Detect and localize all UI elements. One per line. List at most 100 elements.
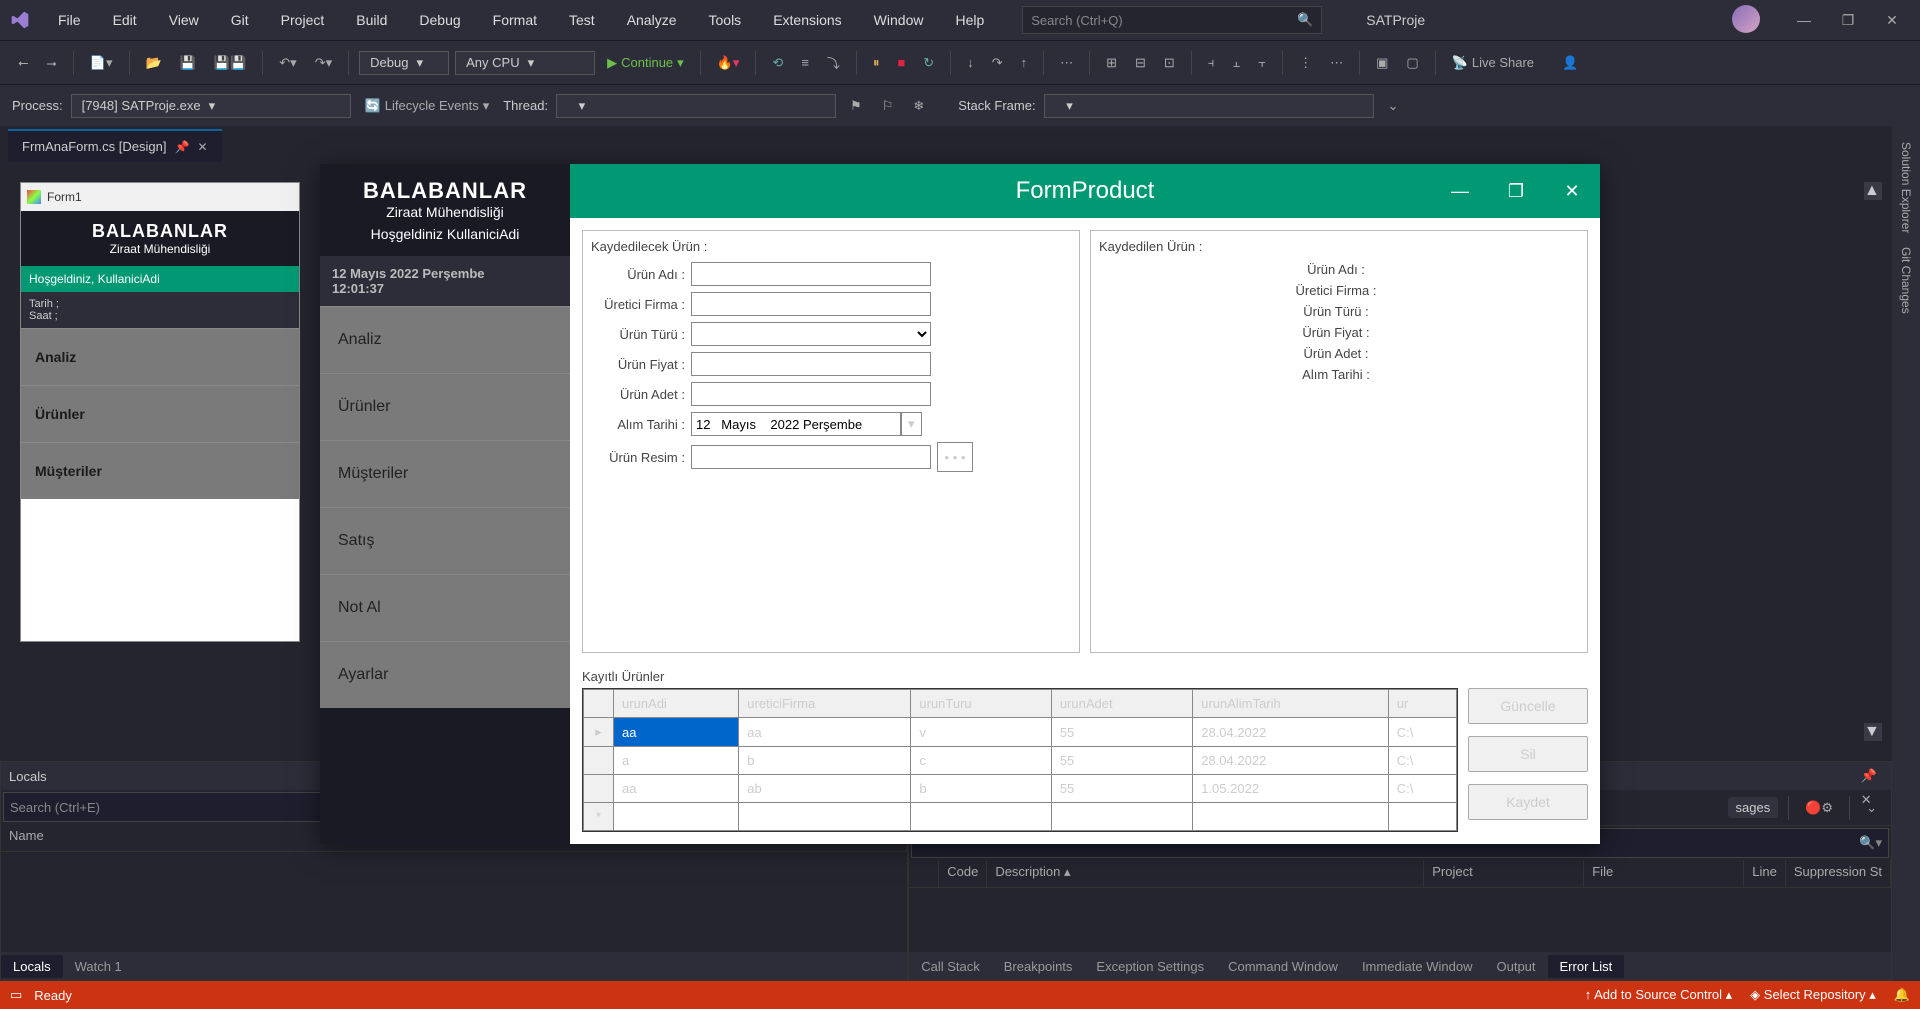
preview-nav-item[interactable]: Ürünler xyxy=(21,385,299,442)
col-line[interactable]: Line xyxy=(1744,860,1786,887)
toolbar-icon[interactable]: ⋯ xyxy=(1054,51,1079,75)
stop-icon[interactable]: ■ xyxy=(891,51,911,74)
col-urunadet[interactable]: urunAdet xyxy=(1051,690,1192,718)
input-image[interactable] xyxy=(691,445,931,469)
col-urunturu[interactable]: urunTuru xyxy=(911,690,1051,718)
table-row[interactable]: aa ab b 55 1.05.2022 C:\ xyxy=(584,775,1457,803)
align-icon[interactable]: ⊞ xyxy=(1100,51,1123,75)
menu-tools[interactable]: Tools xyxy=(695,6,756,34)
delete-button[interactable]: Sil xyxy=(1468,736,1588,772)
menu-test[interactable]: Test xyxy=(555,6,609,34)
align-right-icon[interactable]: ⫟ xyxy=(1252,51,1272,75)
save-all-icon[interactable]: 💾💾 xyxy=(208,51,252,75)
restore-button[interactable]: ❐ xyxy=(1828,5,1868,35)
products-datagrid[interactable]: urunAdi ureticiFirma urunTuru urunAdet u… xyxy=(582,688,1458,832)
menu-analyze[interactable]: Analyze xyxy=(613,6,691,34)
col-description[interactable]: Description ▴ xyxy=(987,860,1424,887)
col-icon[interactable] xyxy=(909,860,939,887)
step-icon[interactable]: ⤵ xyxy=(821,49,846,76)
threads-icon[interactable]: ❄ xyxy=(907,94,930,118)
table-row[interactable]: a b c 55 28.04.2022 C:\ xyxy=(584,747,1457,775)
undo-icon[interactable]: ↶▾ xyxy=(273,51,302,75)
menu-format[interactable]: Format xyxy=(479,6,551,34)
step-out-icon[interactable]: ↑ xyxy=(1015,51,1034,74)
tab-watch1[interactable]: Watch 1 xyxy=(63,955,134,978)
scrollbar[interactable]: ▲ xyxy=(1864,182,1882,200)
liveshare-button[interactable]: 📡 Live Share xyxy=(1446,51,1540,75)
nav-notal[interactable]: Not Al xyxy=(320,574,570,641)
align-center-icon[interactable]: ⫠ xyxy=(1226,51,1246,75)
col-more[interactable]: ur xyxy=(1388,690,1456,718)
input-product-name[interactable] xyxy=(691,262,931,286)
restart-icon[interactable]: ↻ xyxy=(917,51,940,75)
step-into-icon[interactable]: ↓ xyxy=(961,51,980,74)
continue-button[interactable]: ▶ Continue ▾ xyxy=(601,51,690,75)
col-suppression[interactable]: Suppression St xyxy=(1786,860,1891,887)
nav-musteriler[interactable]: Müşteriler xyxy=(320,440,570,507)
preview-nav-item[interactable]: Müşteriler xyxy=(21,442,299,499)
open-folder-icon[interactable]: 📂 xyxy=(140,51,168,75)
tab-callstack[interactable]: Call Stack xyxy=(909,955,992,978)
menu-file[interactable]: File xyxy=(44,6,95,34)
preview-nav-item[interactable]: Analiz xyxy=(21,328,299,385)
col-project[interactable]: Project xyxy=(1424,860,1584,887)
spacing-icon[interactable]: ⋯ xyxy=(1324,51,1349,75)
col-ureticifirma[interactable]: ureticiFirma xyxy=(739,690,911,718)
menu-git[interactable]: Git xyxy=(217,6,263,34)
add-source-control[interactable]: ↑ Add to Source Control ▴ xyxy=(1585,987,1732,1003)
tab-locals[interactable]: Locals xyxy=(1,955,63,978)
nav-satis[interactable]: Satış xyxy=(320,507,570,574)
col-code[interactable]: Code xyxy=(939,860,987,887)
tab-breakpoints[interactable]: Breakpoints xyxy=(992,955,1085,978)
bring-front-icon[interactable]: ▣ xyxy=(1370,51,1394,75)
scrollbar[interactable]: ▼ xyxy=(1864,723,1882,741)
table-row[interactable]: ▸ aa aa v 55 28.04.2022 C:\ xyxy=(584,718,1457,747)
menu-view[interactable]: View xyxy=(155,6,213,34)
lifecycle-icon[interactable]: 🔄 Lifecycle Events ▾ xyxy=(359,94,496,118)
align-icon[interactable]: ⊡ xyxy=(1158,51,1181,75)
select-repository[interactable]: ◈ Select Repository ▴ xyxy=(1750,987,1876,1003)
table-new-row[interactable]: * xyxy=(584,803,1457,831)
menu-edit[interactable]: Edit xyxy=(99,6,151,34)
new-item-icon[interactable]: 📄▾ xyxy=(84,51,119,75)
form-designer-preview[interactable]: Form1 BALABANLAR Ziraat Mühendisliği Hoş… xyxy=(20,182,300,642)
nav-fwd-icon[interactable]: ⭢ xyxy=(40,51,62,75)
notifications-icon[interactable]: 🔔 xyxy=(1894,987,1910,1003)
feedback-icon[interactable]: 👤 xyxy=(1556,51,1584,75)
tab-errorlist[interactable]: Error List xyxy=(1548,955,1625,978)
panel-pin-icon[interactable]: 📌 xyxy=(1855,764,1883,788)
input-qty[interactable] xyxy=(691,382,931,406)
redo-icon[interactable]: ↷▾ xyxy=(309,51,338,75)
minimize-button[interactable]: ― xyxy=(1784,5,1824,35)
nav-analiz[interactable]: Analiz xyxy=(320,306,570,373)
menu-project[interactable]: Project xyxy=(267,6,339,34)
thread-dropdown[interactable]: ▾ xyxy=(556,94,836,118)
menu-help[interactable]: Help xyxy=(941,6,998,34)
chevron-down-icon[interactable]: ▾ xyxy=(901,412,922,436)
process-dropdown[interactable]: [7948] SATProje.exe▾ xyxy=(71,94,351,118)
stackframe-dropdown[interactable]: ▾ xyxy=(1044,94,1374,118)
menu-debug[interactable]: Debug xyxy=(405,6,474,34)
save-button[interactable]: Kaydet xyxy=(1468,784,1588,820)
user-avatar[interactable] xyxy=(1732,5,1760,33)
tab-immediate[interactable]: Immediate Window xyxy=(1350,955,1485,978)
intellisense-filter-icon[interactable]: 🔴⚙ xyxy=(1799,796,1839,820)
input-producer[interactable] xyxy=(691,292,931,316)
flag2-icon[interactable]: ⚐ xyxy=(876,94,900,118)
global-search[interactable]: Search (Ctrl+Q) 🔍 xyxy=(1022,6,1322,34)
browse-button[interactable]: • • • xyxy=(937,442,973,472)
tab-output[interactable]: Output xyxy=(1484,955,1547,978)
dock-git-changes[interactable]: Git Changes xyxy=(1897,241,1915,320)
col-file[interactable]: File xyxy=(1584,860,1744,887)
pause-icon[interactable]: ⏸ xyxy=(867,51,886,75)
nav-ayarlar[interactable]: Ayarlar xyxy=(320,641,570,708)
tab-exception[interactable]: Exception Settings xyxy=(1084,955,1216,978)
menu-window[interactable]: Window xyxy=(860,6,938,34)
align-left-icon[interactable]: ⫞ xyxy=(1202,51,1221,75)
col-urunadi[interactable]: urunAdi xyxy=(614,690,739,718)
col-urunalimtarih[interactable]: urunAlimTarih xyxy=(1193,690,1389,718)
menu-extensions[interactable]: Extensions xyxy=(759,6,855,34)
config-dropdown[interactable]: Debug▾ xyxy=(359,51,449,75)
pin-icon[interactable]: 📌 xyxy=(174,140,189,154)
nav-back-icon[interactable]: ⭠ xyxy=(12,51,34,75)
